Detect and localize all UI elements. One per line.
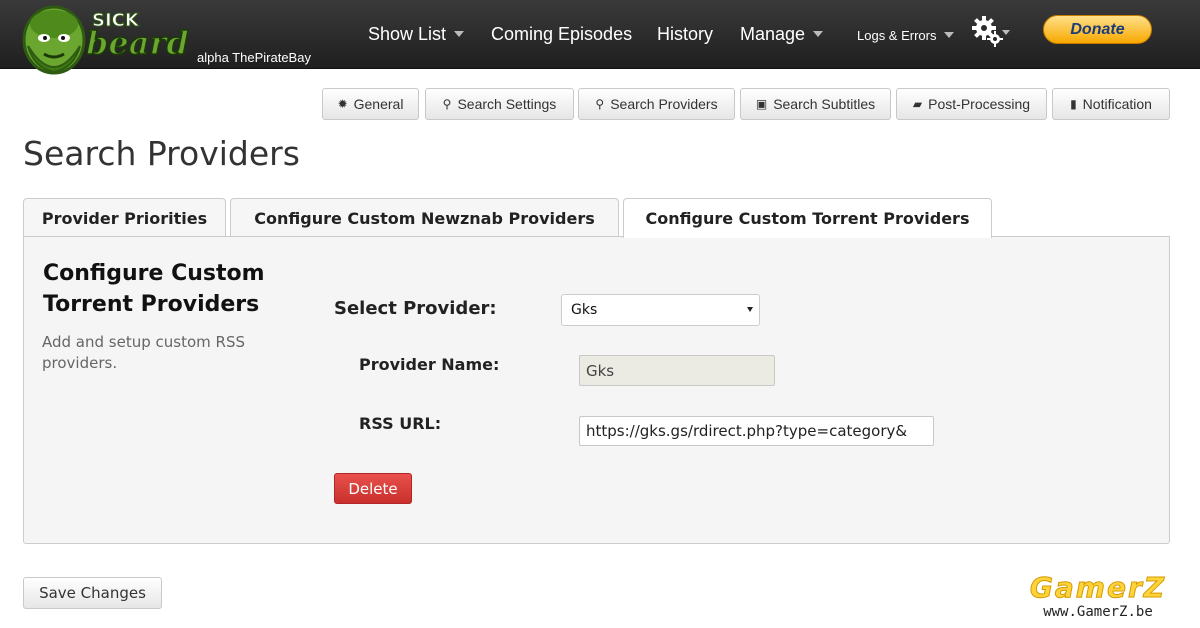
- sickbeard-logo[interactable]: SICK beard: [14, 2, 204, 82]
- section-description: Add and setup custom RSS providers.: [42, 333, 245, 372]
- subnav-post-processing[interactable]: ▰ Post-Processing: [896, 88, 1047, 120]
- tab-provider-priorities-label: Provider Priorities: [41, 208, 208, 228]
- provider-name-value: Gks: [586, 361, 615, 380]
- nav-history-label: History: [657, 23, 714, 44]
- delete-button[interactable]: Delete: [334, 473, 412, 504]
- tab-custom-newznab[interactable]: Configure Custom Newznab Providers: [230, 198, 619, 237]
- nav-logs-errors-label: Logs & Errors: [857, 27, 937, 43]
- subnav-post-processing-label: Post-Processing: [928, 96, 1031, 112]
- rss-url-value: https://gks.gs/rdirect.php?type=category…: [586, 422, 908, 440]
- comment-icon: ▣: [755, 97, 768, 111]
- tab-custom-torrent[interactable]: Configure Custom Torrent Providers: [623, 198, 992, 238]
- donate-button[interactable]: Donate: [1043, 15, 1152, 44]
- provider-name-field: Gks: [579, 355, 775, 386]
- rss-url-label: RSS URL:: [359, 414, 442, 433]
- subnav-general[interactable]: ✹ General: [322, 88, 419, 120]
- subnav-notification-label: Notification: [1082, 96, 1152, 112]
- save-changes-button[interactable]: Save Changes: [23, 577, 162, 609]
- watermark-url: www.GamerZ.be: [1043, 604, 1153, 620]
- nav-logs-errors[interactable]: Logs & Errors: [857, 23, 955, 47]
- subnav-search-subtitles[interactable]: ▣ Search Subtitles: [740, 88, 891, 120]
- page-title: Search Providers: [23, 134, 300, 173]
- subnav-search-providers-label: Search Providers: [610, 96, 718, 112]
- provider-select-value: Gks: [571, 302, 598, 318]
- tab-provider-priorities[interactable]: Provider Priorities: [23, 198, 226, 237]
- nav-coming-episodes[interactable]: Coming Episodes: [491, 22, 632, 46]
- select-provider-label: Select Provider:: [334, 298, 497, 319]
- subnav-search-settings-label: Search Settings: [457, 96, 557, 112]
- subnav-general-label: General: [353, 96, 404, 112]
- provider-name-label: Provider Name:: [359, 355, 500, 374]
- subnav-search-subtitles-label: Search Subtitles: [773, 96, 876, 112]
- subnav-notification[interactable]: ▮ Notification: [1052, 88, 1170, 120]
- nav-manage[interactable]: Manage: [740, 22, 824, 46]
- gear-icon[interactable]: [970, 15, 1012, 49]
- search-icon: ⚲: [595, 97, 605, 111]
- nav-show-list[interactable]: Show List: [368, 22, 465, 46]
- nav-manage-label: Manage: [740, 23, 806, 44]
- top-navbar: SICK beard alpha ThePirateBay Show List …: [0, 0, 1200, 75]
- brand-subtitle: alpha ThePirateBay: [197, 50, 311, 65]
- chevron-down-icon: [944, 32, 955, 38]
- watermark-logo: GamerZ: [1029, 571, 1167, 605]
- nav-history[interactable]: History: [657, 22, 713, 46]
- tab-custom-newznab-label: Configure Custom Newznab Providers: [254, 208, 595, 228]
- nav-coming-episodes-label: Coming Episodes: [491, 23, 633, 44]
- chevron-down-icon: [813, 31, 824, 37]
- subnav-search-settings[interactable]: ⚲ Search Settings: [425, 88, 574, 120]
- book-icon: ▮: [1070, 97, 1077, 111]
- rss-url-field[interactable]: https://gks.gs/rdirect.php?type=category…: [579, 416, 934, 446]
- chevron-down-icon: [454, 31, 465, 37]
- provider-select[interactable]: Gks: [561, 294, 760, 326]
- tab-custom-torrent-label: Configure Custom Torrent Providers: [645, 209, 970, 228]
- subnav-search-providers[interactable]: ⚲ Search Providers: [578, 88, 735, 120]
- folder-open-icon: ▰: [912, 97, 923, 111]
- nav-show-list-label: Show List: [368, 23, 447, 44]
- gear-icon: ✹: [337, 97, 348, 111]
- chevron-down-icon: [747, 307, 753, 312]
- search-icon: ⚲: [442, 97, 452, 111]
- section-title: Configure Custom Torrent Providers: [43, 261, 265, 317]
- svg-text:beard: beard: [86, 24, 189, 62]
